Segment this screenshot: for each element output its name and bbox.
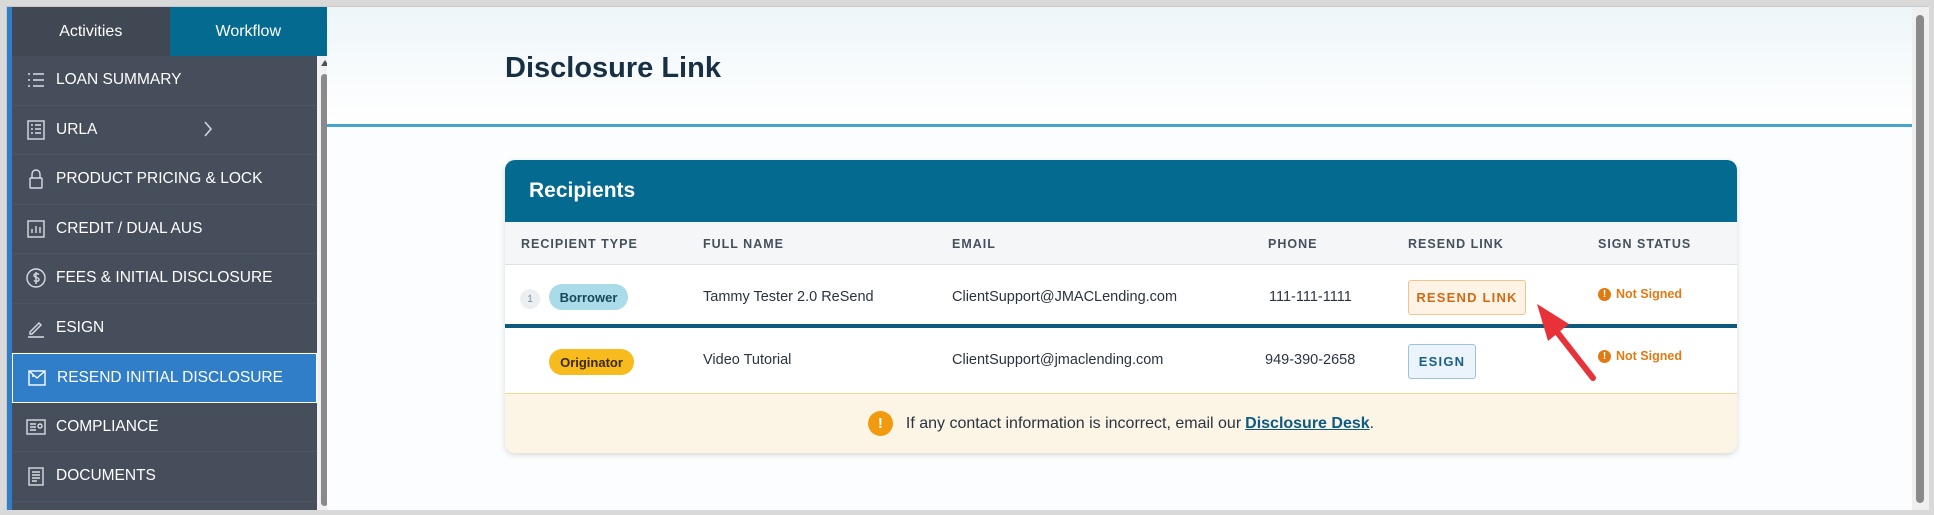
sign-status-text: Not Signed	[1616, 287, 1682, 301]
sidebar-item-label: LOAN SUMMARY	[56, 71, 182, 89]
alert-icon: !	[1598, 349, 1611, 363]
full-name: Video Tutorial	[703, 352, 792, 368]
resend-link-button[interactable]: RESEND LINK	[1408, 280, 1526, 315]
sidebar-item-label: URLA	[56, 120, 98, 138]
sign-status-text: Not Signed	[1616, 349, 1682, 363]
contact-notice: ! If any contact information is incorrec…	[505, 393, 1737, 453]
document-icon	[24, 464, 48, 488]
column-header: RECIPIENT TYPE	[521, 237, 638, 251]
warning-icon: !	[867, 411, 893, 436]
signature-icon	[24, 316, 48, 340]
id-card-icon	[24, 415, 48, 439]
envelope-icon	[25, 366, 49, 390]
alert-icon: !	[1598, 287, 1611, 301]
scrollbar-thumb[interactable]	[1916, 15, 1924, 503]
sidebar-item-label: RESEND INITIAL DISCLOSURE	[57, 368, 283, 386]
sidebar-item-loan-summary[interactable]: LOAN SUMMARY	[12, 56, 317, 106]
recipients-card: Recipients RECIPIENT TYPE FULL NAME EMAI…	[505, 160, 1737, 453]
disclosure-desk-link[interactable]: Disclosure Desk	[1245, 415, 1370, 433]
column-header: EMAIL	[952, 237, 996, 251]
lock-icon	[24, 167, 48, 191]
table-row: Originator Video Tutorial ClientSupport@…	[505, 332, 1737, 392]
sign-status: ! Not Signed	[1598, 287, 1682, 301]
sidebar-item-compliance[interactable]: COMPLIANCE	[12, 403, 317, 452]
page-title: Disclosure Link	[505, 52, 721, 84]
email: ClientSupport@JMACLending.com	[952, 289, 1178, 305]
main-scrollbar[interactable]	[1912, 7, 1929, 510]
tab-workflow[interactable]: Workflow	[169, 7, 327, 56]
sidebar-item-label: FEES & INITIAL DISCLOSURE	[56, 269, 273, 287]
main-content: Disclosure Link Recipients RECIPIENT TYP…	[327, 7, 1912, 510]
email: ClientSupport@jmaclending.com	[952, 352, 1164, 368]
notice-suffix: .	[1369, 414, 1375, 432]
dollar-icon	[24, 266, 48, 290]
sidebar-item-label: CREDIT / DUAL AUS	[56, 219, 203, 237]
table-header: RECIPIENT TYPE FULL NAME EMAIL PHONE RES…	[505, 222, 1737, 265]
column-header: FULL NAME	[703, 237, 784, 251]
page-header: Disclosure Link	[327, 7, 1912, 127]
sidebar-nav: LOAN SUMMARY URLA PRODUCT PRICING & LOCK…	[12, 56, 317, 502]
app-window: Activities Workflow LOAN SUMMARY URLA PR…	[6, 6, 1929, 510]
sidebar: Activities Workflow LOAN SUMMARY URLA PR…	[7, 7, 332, 510]
sidebar-item-product-pricing-lock[interactable]: PRODUCT PRICING & LOCK	[12, 155, 317, 205]
column-header: RESEND LINK	[1408, 237, 1504, 251]
phone: 111-111-1111	[1269, 289, 1352, 305]
recipient-type-badge: Borrower	[549, 284, 628, 310]
sidebar-item-label: PRODUCT PRICING & LOCK	[56, 170, 263, 188]
row-number-badge: 1	[520, 289, 540, 309]
column-header: SIGN STATUS	[1598, 237, 1692, 251]
sidebar-item-fees-initial-disclosure[interactable]: FEES & INITIAL DISCLOSURE	[12, 254, 317, 304]
sidebar-item-esign[interactable]: ESIGN	[12, 304, 317, 353]
sidebar-item-label: ESIGN	[56, 318, 105, 336]
phone: 949-390-2658	[1265, 352, 1356, 368]
full-name: Tammy Tester 2.0 ReSend	[703, 289, 874, 305]
sidebar-item-resend-initial-disclosure[interactable]: RESEND INITIAL DISCLOSURE	[12, 353, 317, 403]
column-header: PHONE	[1268, 237, 1318, 251]
sign-status: ! Not Signed	[1598, 349, 1682, 363]
form-icon	[24, 118, 48, 142]
notice-text: If any contact information is incorrect,…	[905, 414, 1242, 432]
chevron-right-icon[interactable]	[202, 120, 214, 138]
tab-activities[interactable]: Activities	[12, 7, 170, 56]
chart-icon	[24, 217, 48, 241]
table-row: 1 Borrower Tammy Tester 2.0 ReSend Clien…	[505, 266, 1737, 328]
esign-button[interactable]: ESIGN	[1408, 344, 1476, 379]
list-icon	[24, 68, 48, 92]
sidebar-tabs: Activities Workflow	[12, 7, 327, 56]
recipients-title: Recipients	[505, 160, 1737, 222]
recipient-type-badge: Originator	[549, 349, 634, 375]
sidebar-item-credit-dual-aus[interactable]: CREDIT / DUAL AUS	[12, 205, 317, 254]
sidebar-item-label: COMPLIANCE	[56, 417, 159, 435]
sidebar-item-urla[interactable]: URLA	[12, 106, 317, 155]
sidebar-item-documents[interactable]: DOCUMENTS	[12, 452, 317, 502]
sidebar-item-label: DOCUMENTS	[56, 467, 156, 485]
